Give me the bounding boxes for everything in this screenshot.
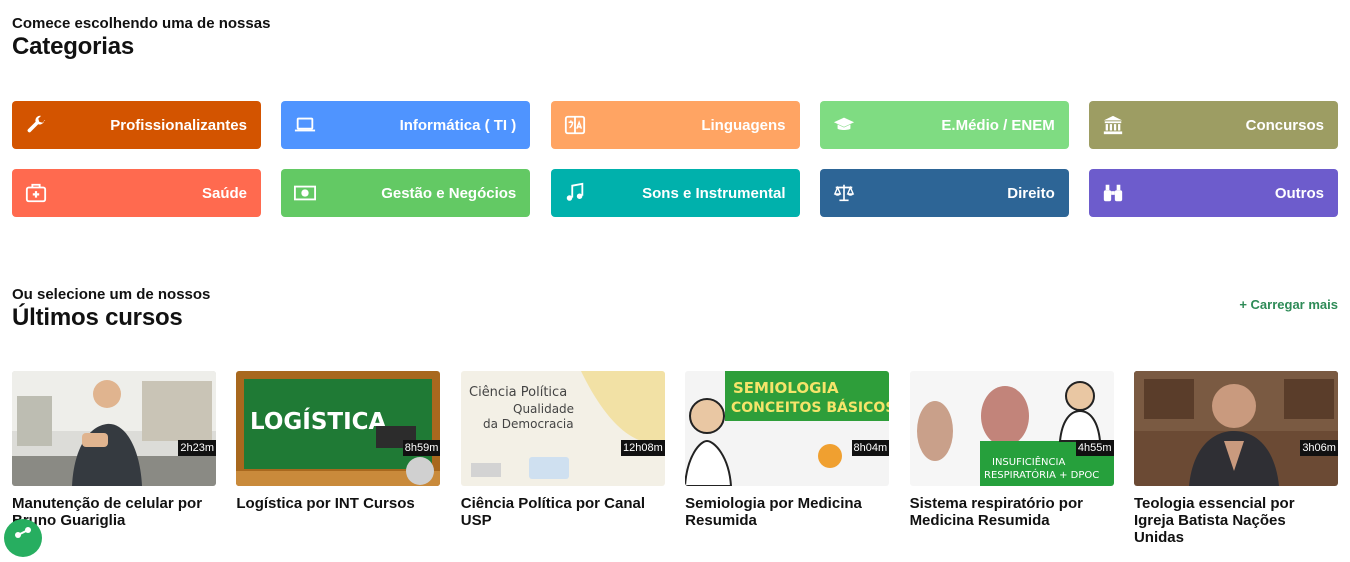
course-thumbnail: LOGÍSTICA 8h59m bbox=[236, 371, 441, 486]
course-title: Sistema respiratório por Medicina Resumi… bbox=[909, 495, 1083, 529]
course-card[interactable]: 3h06m Teologia essencial por Igreja Bati… bbox=[1133, 371, 1338, 546]
course-title: Ciência Política por Canal USP bbox=[460, 495, 645, 529]
category-button[interactable]: Saúde bbox=[12, 169, 261, 217]
course-thumbnail: Ciência Política Qualidade da Democracia… bbox=[460, 371, 665, 486]
course-title: Semiologia por Medicina Resumida bbox=[685, 495, 862, 529]
category-button[interactable]: Profissionalizantes bbox=[12, 101, 261, 149]
medkit-icon bbox=[24, 181, 48, 205]
course-thumbnail: 3h06m bbox=[1133, 371, 1338, 486]
thumb-text: LOGÍSTICA bbox=[250, 407, 387, 435]
category-label: Concursos bbox=[1245, 116, 1324, 134]
course-duration: 12h08m bbox=[621, 440, 665, 456]
categories-title: Categorias bbox=[12, 33, 135, 60]
category-button[interactable]: E.Médio / ENEM bbox=[819, 101, 1069, 149]
category-button[interactable]: Informática ( TI ) bbox=[281, 101, 531, 149]
category-label: Direito bbox=[1007, 184, 1055, 202]
category-button[interactable]: Concursos bbox=[1089, 101, 1338, 149]
category-label: Gestão e Negócios bbox=[381, 184, 517, 202]
course-card[interactable]: 2h23m Manutenção de celular por Bruno Gu… bbox=[12, 371, 216, 546]
thumb-text: Qualidade bbox=[513, 402, 574, 416]
category-label: Outros bbox=[1274, 184, 1324, 202]
category-label: Linguagens bbox=[701, 116, 786, 134]
courses-header: Ou selecione um de nossos Últimos cursos bbox=[12, 286, 1338, 332]
category-grid: Profissionalizantes Informática ( TI ) L… bbox=[12, 101, 1338, 217]
money-icon bbox=[293, 181, 317, 205]
category-label: Saúde bbox=[201, 184, 247, 202]
category-label: E.Médio / ENEM bbox=[941, 116, 1055, 134]
graduation-cap-icon bbox=[832, 113, 856, 137]
course-title: Teologia essencial por Igreja Batista Na… bbox=[1133, 495, 1295, 546]
categories-eyebrow: Comece escolhendo uma de nossas bbox=[12, 15, 271, 32]
category-button[interactable]: Sons e Instrumental bbox=[550, 169, 800, 217]
course-duration: 8h04m bbox=[851, 440, 890, 456]
course-card[interactable]: LOGÍSTICA 8h59m Logística por INT Cursos bbox=[236, 371, 441, 546]
course-duration: 8h59m bbox=[402, 440, 441, 456]
music-icon bbox=[563, 181, 587, 205]
thumb-text: da Democracia bbox=[483, 417, 574, 431]
courses-title: Últimos cursos bbox=[12, 304, 183, 331]
category-button[interactable]: Gestão e Negócios bbox=[281, 169, 531, 217]
category-button[interactable]: Linguagens bbox=[550, 101, 800, 149]
wrench-icon bbox=[24, 113, 48, 137]
thumb-text: SEMIOLOGIA bbox=[733, 379, 839, 397]
binoculars-icon bbox=[1101, 181, 1125, 205]
share-button[interactable] bbox=[4, 519, 42, 557]
thumb-text: RESPIRATÓRIA + DPOC bbox=[984, 468, 1099, 481]
course-title: Logística por INT Cursos bbox=[236, 495, 415, 512]
course-card[interactable]: SEMIOLOGIA CONCEITOS BÁSICOS 8h04m Semio… bbox=[685, 371, 890, 546]
course-card[interactable]: Ciência Política Qualidade da Democracia… bbox=[460, 371, 665, 546]
course-duration: 2h23m bbox=[178, 440, 216, 456]
course-thumbnail: INSUFICIÊNCIA RESPIRATÓRIA + DPOC 4h55m bbox=[909, 371, 1114, 486]
thumb-text: CONCEITOS BÁSICOS bbox=[731, 399, 889, 416]
course-title: Manutenção de celular por Bruno Guarigli… bbox=[12, 495, 203, 529]
course-list: 2h23m Manutenção de celular por Bruno Gu… bbox=[12, 371, 1338, 546]
category-button[interactable]: Outros bbox=[1089, 169, 1338, 217]
thumb-text: Ciência Política bbox=[469, 385, 567, 400]
courses-eyebrow: Ou selecione um de nossos bbox=[12, 286, 211, 303]
course-duration: 4h55m bbox=[1075, 440, 1114, 456]
balance-scale-icon bbox=[832, 181, 856, 205]
load-more-link[interactable]: + Carregar mais bbox=[1239, 297, 1338, 312]
category-label: Sons e Instrumental bbox=[642, 184, 786, 202]
course-duration: 3h06m bbox=[1300, 440, 1338, 456]
translate-icon bbox=[563, 113, 587, 137]
category-label: Profissionalizantes bbox=[110, 116, 247, 134]
course-card[interactable]: INSUFICIÊNCIA RESPIRATÓRIA + DPOC 4h55m … bbox=[909, 371, 1114, 546]
course-thumbnail: 2h23m bbox=[12, 371, 216, 486]
category-label: Informática ( TI ) bbox=[399, 116, 517, 134]
laptop-icon bbox=[293, 113, 317, 137]
thumb-text: INSUFICIÊNCIA bbox=[992, 455, 1065, 468]
categories-header: Comece escolhendo uma de nossas Categori… bbox=[12, 15, 1338, 61]
institution-icon bbox=[1101, 113, 1125, 137]
share-icon bbox=[15, 527, 31, 538]
course-thumbnail: SEMIOLOGIA CONCEITOS BÁSICOS 8h04m bbox=[685, 371, 890, 486]
category-button[interactable]: Direito bbox=[819, 169, 1069, 217]
